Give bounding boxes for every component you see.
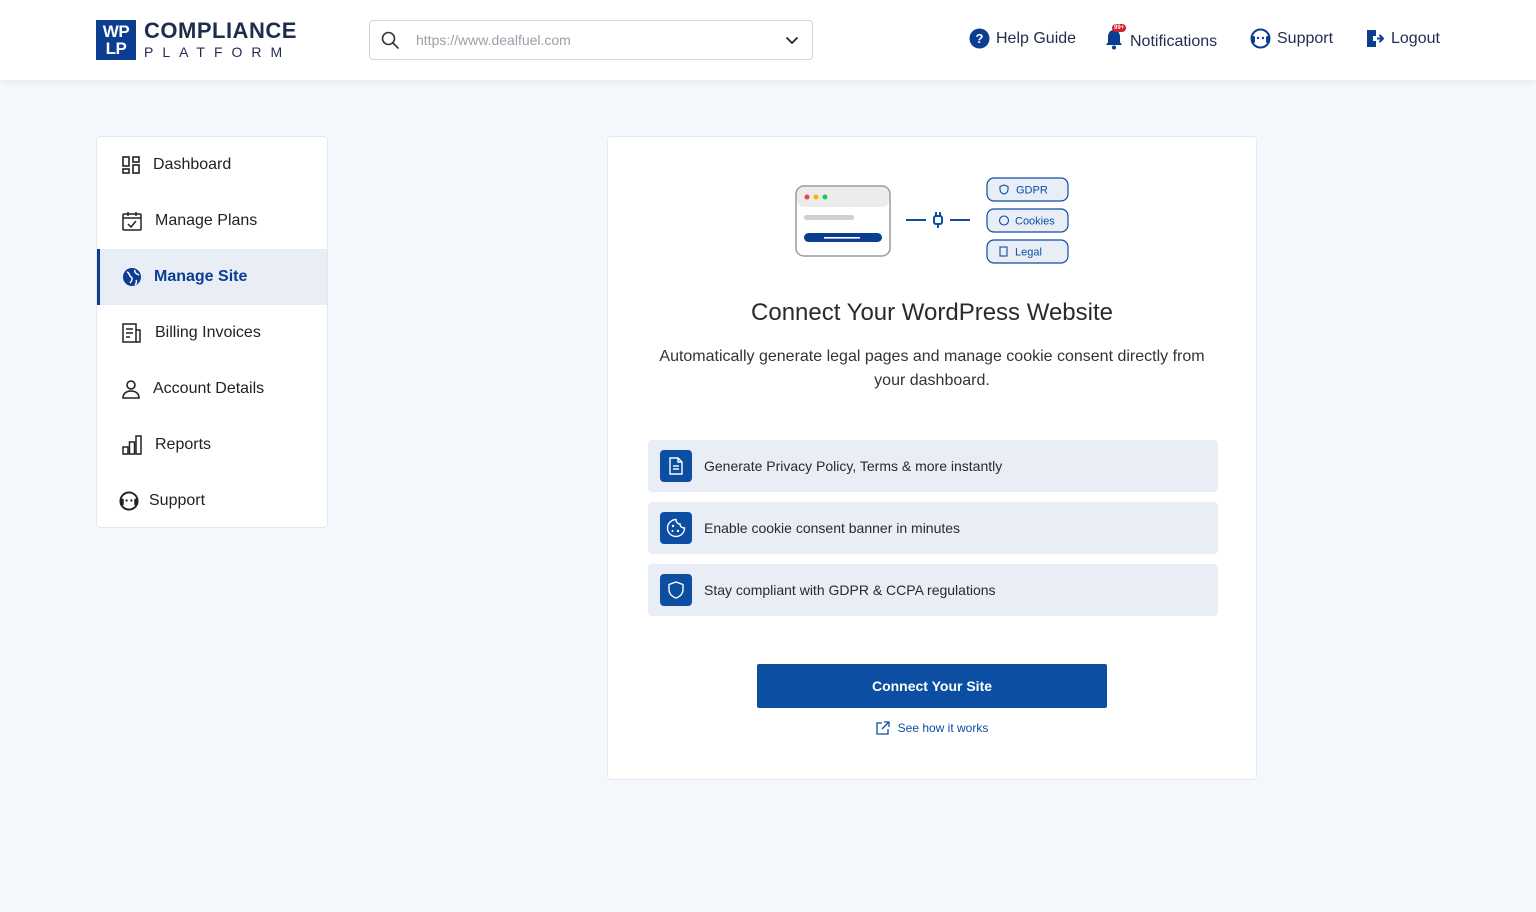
- connect-site-button[interactable]: Connect Your Site: [757, 664, 1107, 708]
- support-link[interactable]: Support: [1250, 28, 1333, 49]
- top-header: WP LP COMPLIANCE PLATFORM ? Help Guide 9…: [0, 0, 1536, 80]
- site-url-selector[interactable]: [369, 20, 813, 60]
- plug-icon: [906, 212, 970, 228]
- tag-gdpr: GDPR: [986, 177, 1069, 202]
- tag-legal: Legal: [986, 239, 1069, 264]
- brand-tagline: PLATFORM: [144, 44, 292, 60]
- logout-link[interactable]: Logout: [1364, 28, 1440, 49]
- connect-site-card: GDPR Cookies Legal Connect Your WordPres…: [607, 136, 1257, 780]
- help-guide-link[interactable]: ? Help Guide: [969, 28, 1076, 49]
- sidebar-item-manage-site[interactable]: Manage Site: [97, 249, 327, 305]
- tag-cookies: Cookies: [986, 208, 1069, 233]
- help-circle-icon: ?: [969, 28, 990, 49]
- sidebar-nav: Dashboard Manage Plans Manage Site Billi…: [96, 136, 328, 528]
- bar-chart-icon: [122, 435, 142, 455]
- svg-text:Cookies: Cookies: [1015, 216, 1055, 228]
- card-subtitle: Automatically generate legal pages and m…: [659, 348, 1205, 389]
- logout-icon: [1367, 30, 1384, 47]
- sidebar-item-dashboard[interactable]: Dashboard: [97, 137, 327, 193]
- external-link-icon: [875, 721, 890, 735]
- feature-item-cookie-banner: Enable cookie consent banner in minutes: [648, 502, 1218, 554]
- site-url-input[interactable]: [416, 32, 784, 48]
- svg-text:GDPR: GDPR: [1016, 185, 1048, 197]
- logo-mark: WP LP: [96, 20, 136, 60]
- sidebar-item-account-details[interactable]: Account Details: [97, 361, 327, 417]
- user-icon: [122, 380, 140, 399]
- connect-illustration: GDPR Cookies Legal: [795, 177, 1069, 264]
- see-how-it-works-link[interactable]: See how it works: [608, 721, 1256, 735]
- sidebar-item-support[interactable]: Support: [97, 473, 327, 529]
- chevron-down-icon[interactable]: [784, 32, 800, 48]
- notifications-badge: 99+: [1112, 24, 1127, 32]
- feature-item-compliance: Stay compliant with GDPR & CCPA regulati…: [648, 564, 1218, 616]
- brand-logo[interactable]: WP LP COMPLIANCE PLATFORM: [96, 20, 297, 60]
- sidebar-item-billing-invoices[interactable]: Billing Invoices: [97, 305, 327, 361]
- search-icon: [381, 31, 399, 49]
- invoice-icon: [122, 323, 141, 343]
- sidebar-item-manage-plans[interactable]: Manage Plans: [97, 193, 327, 249]
- svg-text:Legal: Legal: [1015, 247, 1042, 259]
- svg-text:?: ?: [976, 31, 984, 46]
- globe-icon: [123, 268, 141, 286]
- support-icon: [119, 491, 139, 511]
- support-icon: [1250, 28, 1271, 49]
- cookie-icon: [660, 512, 692, 544]
- feature-item-legal-pages: Generate Privacy Policy, Terms & more in…: [648, 440, 1218, 492]
- browser-window-icon: [795, 185, 891, 257]
- dashboard-icon: [122, 156, 140, 174]
- notifications-link[interactable]: 99+ Notifications: [1104, 24, 1217, 55]
- calendar-check-icon: [122, 212, 142, 231]
- document-icon: [660, 450, 692, 482]
- brand-name: COMPLIANCE: [144, 18, 297, 43]
- card-title: Connect Your WordPress Website: [751, 299, 1113, 326]
- shield-icon: [660, 574, 692, 606]
- sidebar-item-reports[interactable]: Reports: [97, 417, 327, 473]
